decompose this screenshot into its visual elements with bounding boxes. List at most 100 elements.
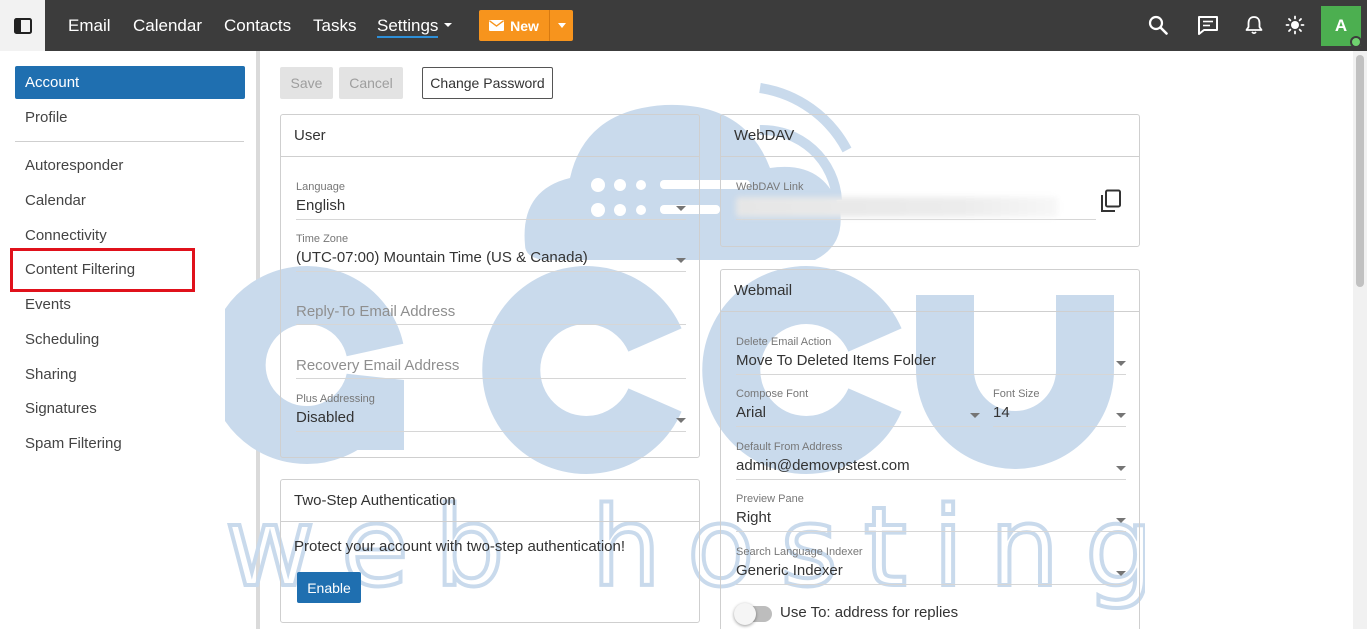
default-from-label: Default From Address [736,441,843,453]
dropdown-caret-icon [676,418,686,423]
search-button[interactable] [1146,13,1170,37]
default-from-address-select[interactable]: Default From Address admin@demovpstest.c… [736,441,1126,480]
recovery-email-input[interactable]: Recovery Email Address [296,341,686,379]
new-button[interactable]: New [479,10,549,41]
compose-font-value: Arial [736,404,767,421]
sidebar-item-account[interactable]: Account [15,66,245,99]
time-zone-value: (UTC-07:00) Mountain Time (US & Canada) [296,249,588,266]
theme-toggle-button[interactable] [1283,13,1307,37]
new-button-label: New [510,17,539,34]
language-label: Language [296,181,345,193]
scrollbar-thumb[interactable] [1356,55,1364,287]
sidebar-item-scheduling[interactable]: Scheduling [15,323,245,356]
dropdown-caret-icon [1116,518,1126,523]
reply-to-placeholder: Reply-To Email Address [296,303,456,320]
webdav-link-label: WebDAV Link [736,181,804,193]
webdav-card: WebDAV WebDAV Link [720,114,1140,247]
dropdown-caret-icon [1116,361,1126,366]
content-filtering-highlight [10,248,195,292]
chat-button[interactable] [1196,13,1220,37]
nav-email[interactable]: Email [68,0,111,51]
sidebar-divider [15,141,244,142]
page-scrollbar[interactable] [1353,51,1367,629]
default-from-value: admin@demovpstest.com [736,457,910,474]
preview-pane-label: Preview Pane [736,493,804,505]
dropdown-caret-icon [1116,571,1126,576]
nav-settings[interactable]: Settings [377,0,453,51]
search-indexer-label: Search Language Indexer [736,546,863,558]
sidebar-item-sharing[interactable]: Sharing [15,358,245,391]
search-language-indexer-select[interactable]: Search Language Indexer Generic Indexer [736,546,1126,585]
theme-icon [1285,15,1305,35]
settings-sidebar: Account Profile Autoresponder Calendar C… [0,51,260,629]
use-to-address-toggle[interactable] [734,603,772,625]
user-card: User Language English Time Zone (UTC-07:… [280,114,700,458]
use-to-address-label: Use To: address for replies [780,604,959,621]
two-step-card-title: Two-Step Authentication [281,480,699,522]
two-step-auth-card: Two-Step Authentication Protect your acc… [280,479,700,623]
cancel-button[interactable]: Cancel [339,67,403,99]
dropdown-caret-icon [1116,413,1126,418]
nav-settings-label: Settings [377,16,439,35]
dropdown-caret-icon [970,413,980,418]
sidebar-item-events[interactable]: Events [15,288,245,321]
delete-email-action-value: Move To Deleted Items Folder [736,352,936,369]
change-password-button[interactable]: Change Password [422,67,553,99]
preview-pane-select[interactable]: Preview Pane Right [736,493,1126,532]
new-button-group: New [479,10,573,41]
sidebar-toggle-button[interactable] [0,0,45,51]
sidebar-item-signatures[interactable]: Signatures [15,392,245,425]
save-button[interactable]: Save [280,67,333,99]
sidebar-item-spam-filtering[interactable]: Spam Filtering [15,427,245,460]
chevron-down-icon [444,22,453,27]
active-nav-underline [377,36,439,38]
nav-tasks[interactable]: Tasks [313,0,356,51]
plus-addressing-select[interactable]: Plus Addressing Disabled [296,393,686,432]
dropdown-caret-icon [676,206,686,211]
notifications-button[interactable] [1242,13,1266,37]
caret-down-icon [557,23,566,28]
language-value: English [296,197,346,214]
two-step-description: Protect your account with two-step authe… [294,538,626,555]
webmail-card: Webmail Delete Email Action Move To Dele… [720,269,1140,629]
sidebar-toggle-icon [13,17,32,34]
search-indexer-value: Generic Indexer [736,562,843,579]
nav-contacts[interactable]: Contacts [224,0,291,51]
nav-calendar[interactable]: Calendar [133,0,202,51]
compose-font-select[interactable]: Compose Font Arial [736,388,980,427]
envelope-icon [489,20,505,31]
preview-pane-value: Right [736,509,772,526]
sidebar-item-calendar[interactable]: Calendar [15,184,245,217]
webmail-card-title: Webmail [721,270,1139,312]
search-icon [1148,15,1168,35]
enable-two-step-button[interactable]: Enable [297,572,361,603]
dropdown-caret-icon [676,258,686,263]
dropdown-caret-icon [1116,466,1126,471]
webdav-card-title: WebDAV [721,115,1139,157]
online-status-dot [1350,36,1362,48]
top-bar: Email Calendar Contacts Tasks Settings N… [0,0,1367,51]
copy-icon [1101,189,1121,212]
time-zone-select[interactable]: Time Zone (UTC-07:00) Mountain Time (US … [296,233,686,272]
font-size-label: Font Size [993,388,1040,400]
account-settings-panel: Save Cancel Change Password User Languag… [264,51,1353,629]
time-zone-label: Time Zone [296,233,349,245]
compose-font-label: Compose Font [736,388,809,400]
recovery-placeholder: Recovery Email Address [296,357,460,374]
plus-addressing-value: Disabled [296,409,355,426]
sidebar-item-profile[interactable]: Profile [15,101,245,134]
delete-email-action-label: Delete Email Action [736,336,832,348]
font-size-value: 14 [993,404,1010,421]
new-dropdown-button[interactable] [549,10,573,41]
webdav-link-blurred-value [736,197,1058,217]
chat-icon [1198,16,1218,35]
copy-link-button[interactable] [1100,189,1124,215]
delete-email-action-select[interactable]: Delete Email Action Move To Deleted Item… [736,336,1126,375]
font-size-select[interactable]: Font Size 14 [993,388,1126,427]
toggle-knob [734,603,756,625]
language-select[interactable]: Language English [296,181,686,220]
sidebar-item-autoresponder[interactable]: Autoresponder [15,149,245,182]
reply-to-email-input[interactable]: Reply-To Email Address [296,288,686,325]
plus-addressing-label: Plus Addressing [296,393,375,405]
user-card-title: User [281,115,699,157]
